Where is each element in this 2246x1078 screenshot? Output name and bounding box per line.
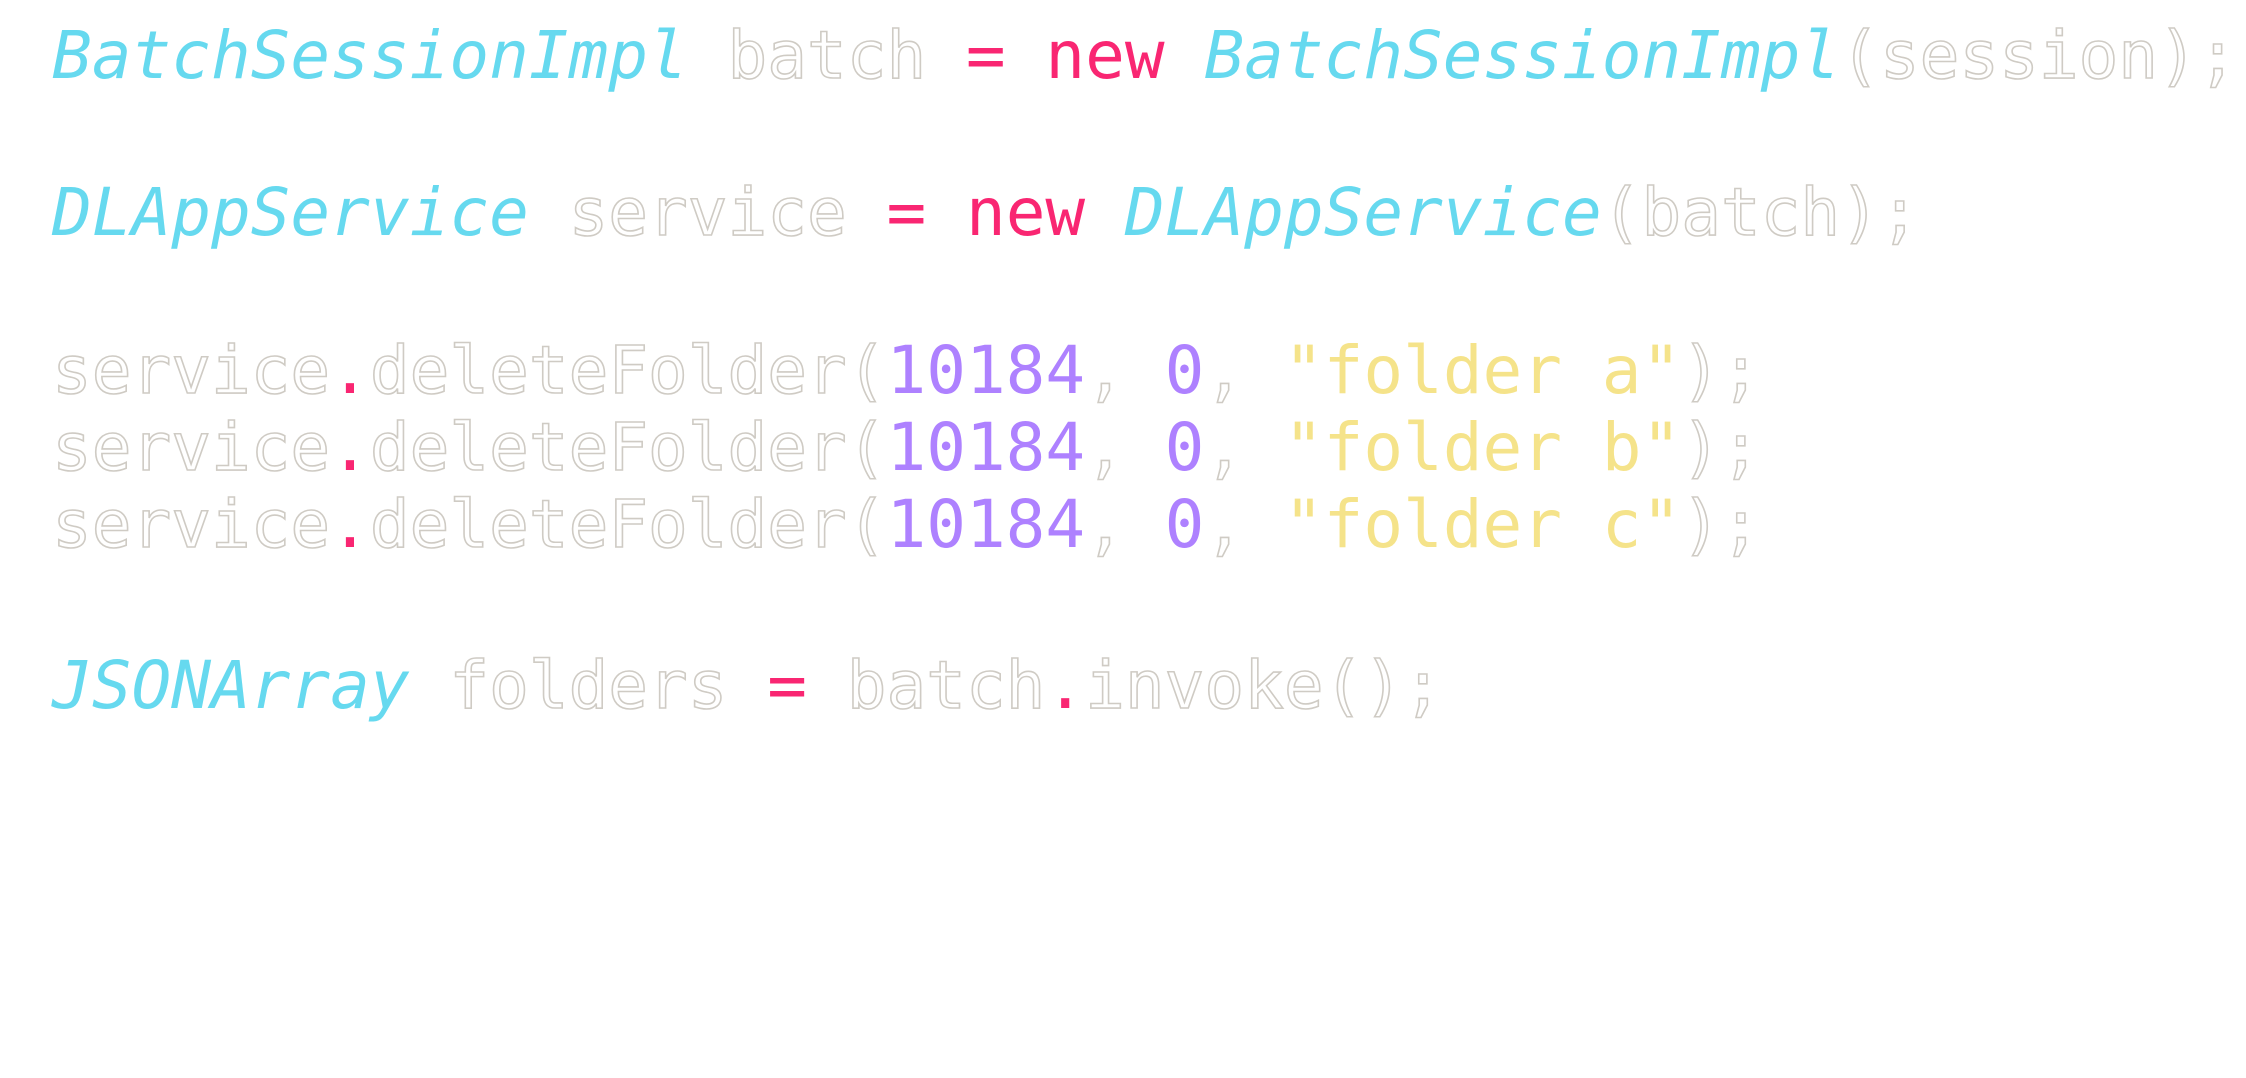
number-literal: 10184 — [886, 332, 1086, 409]
constructor-type: BatchSessionImpl — [1204, 17, 1841, 94]
method-call: deleteFolder( — [369, 485, 887, 564]
variable-name: service — [528, 173, 887, 252]
code-line-5: service.deleteFolder(10184, 0, "folder c… — [51, 485, 1761, 565]
comma: , — [1204, 331, 1284, 410]
dot-operator: . — [330, 332, 370, 409]
object-name: service — [51, 485, 331, 564]
number-literal: 0 — [1164, 486, 1205, 563]
type-name: JSONArray — [52, 647, 410, 724]
comma: , — [1084, 485, 1165, 564]
code-line-4: service.deleteFolder(10184, 0, "folder b… — [51, 408, 1761, 488]
comma: , — [1084, 408, 1165, 487]
comma: , — [1204, 485, 1284, 564]
constructor-args: (batch); — [1601, 173, 1920, 252]
code-line-1: BatchSessionImpl batch = new BatchSessio… — [52, 16, 2238, 96]
method-call: deleteFolder( — [369, 408, 887, 487]
constructor-args: (session); — [1839, 16, 2238, 95]
number-literal: 0 — [1164, 409, 1205, 486]
variable-name: batch — [687, 16, 966, 95]
object-name: service — [51, 408, 331, 487]
assign-operator: = — [886, 174, 927, 251]
new-keyword: new — [965, 174, 1086, 251]
new-keyword: new — [1045, 17, 1165, 94]
constructor-type: DLAppService — [1124, 174, 1602, 251]
assign-operator: = — [965, 17, 1006, 94]
code-block: BatchSessionImpl batch = new BatchSessio… — [51, 0, 2238, 1078]
dot-operator: . — [1045, 647, 1086, 724]
assign-operator: = — [767, 647, 807, 724]
type-name: DLAppService — [52, 174, 529, 251]
method-call: deleteFolder( — [369, 331, 887, 410]
string-literal: "folder b" — [1283, 409, 1682, 486]
dot-operator: . — [330, 409, 370, 486]
dot-operator: . — [330, 486, 370, 563]
variable-name: folders — [409, 646, 768, 725]
number-literal: 0 — [1164, 332, 1205, 409]
string-literal: "folder c" — [1283, 486, 1682, 563]
object-name: batch — [807, 646, 1046, 725]
type-name: BatchSessionImpl — [52, 17, 688, 94]
statement-end: ); — [1680, 485, 1761, 564]
code-line-6: JSONArray folders = batch.invoke(); — [52, 646, 1444, 726]
number-literal: 10184 — [886, 486, 1086, 563]
comma: , — [1204, 408, 1284, 487]
code-line-3: service.deleteFolder(10184, 0, "folder a… — [51, 331, 1761, 411]
method-call: invoke(); — [1084, 646, 1443, 725]
code-line-2: DLAppService service = new DLAppService(… — [52, 173, 1920, 253]
object-name: service — [51, 331, 331, 410]
number-literal: 10184 — [886, 409, 1086, 486]
string-literal: "folder a" — [1283, 332, 1682, 409]
comma: , — [1084, 331, 1165, 410]
statement-end: ); — [1680, 408, 1761, 487]
statement-end: ); — [1680, 331, 1761, 410]
